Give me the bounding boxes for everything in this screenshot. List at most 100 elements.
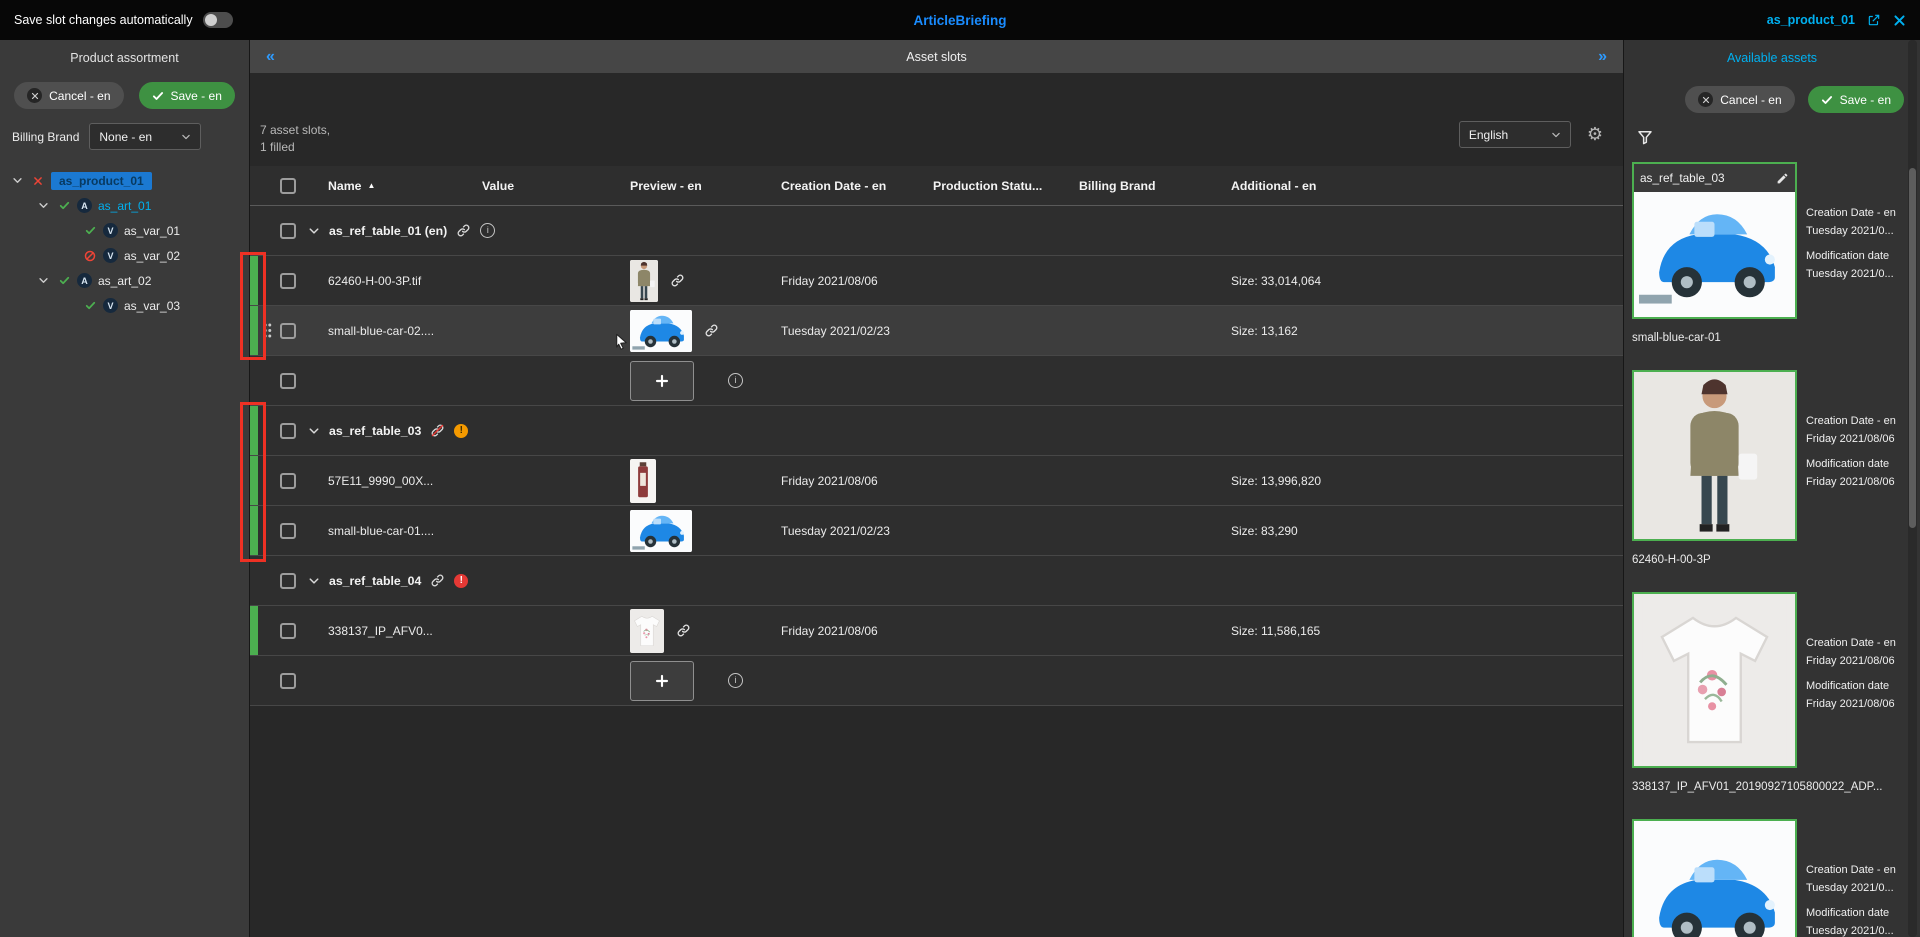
warning-icon[interactable]: ! [454,424,468,438]
settings-gear-icon[interactable]: ⚙ [1587,124,1603,145]
filter-icon[interactable] [1636,128,1654,146]
add-asset-button[interactable] [630,361,694,401]
product-link[interactable]: as_product_01 [1767,13,1855,27]
asset-card-frame[interactable] [1632,370,1797,541]
info-icon[interactable]: i [728,373,743,388]
asset-card[interactable]: Creation Date - enTuesday 2021/0...Modif… [1632,819,1906,937]
column-header-name[interactable]: Name [328,179,362,193]
row-checkbox[interactable] [280,273,296,289]
scrollbar-thumb[interactable] [1909,168,1916,528]
preview-thumbnail[interactable] [630,310,692,352]
column-header-production-status[interactable]: Production Statu... [933,179,1079,193]
asset-card[interactable]: Creation Date - enFriday 2021/08/06Modif… [1632,370,1906,566]
add-asset-button[interactable] [630,661,694,701]
cancel-button-label: Cancel - en [1720,93,1781,107]
scrollbar[interactable] [1908,40,1917,937]
column-header-preview[interactable]: Preview - en [630,179,781,193]
preview-thumbnail[interactable] [630,510,692,552]
chevron-down-icon[interactable] [38,275,51,286]
autosave-toggle[interactable] [203,12,233,28]
asset-card[interactable]: as_ref_table_03Creation Date - enTuesday… [1632,162,1906,344]
tree-item-label: as_var_01 [124,224,180,238]
chevron-down-icon[interactable] [12,175,25,186]
asset-row-62460-H-00-3P.tif[interactable]: 62460-H-00-3P.tifFriday 2021/08/06Size: … [250,256,1623,306]
row-checkbox[interactable] [280,523,296,539]
preview-thumbnail[interactable] [630,459,656,503]
save-button-label: Save - en [171,89,222,103]
row-checkbox[interactable] [280,473,296,489]
asset-card-frame[interactable]: as_ref_table_03 [1632,162,1797,319]
link-icon [430,573,445,588]
autosave-label: Save slot changes automatically [14,13,193,27]
column-header-value[interactable]: Value [482,179,630,193]
collapse-group-icon[interactable] [308,575,320,587]
row-checkbox[interactable] [280,323,296,339]
asset-card[interactable]: Creation Date - enFriday 2021/08/06Modif… [1632,592,1906,793]
collapse-left-button[interactable]: « [266,48,275,66]
additional-info: Size: 13,996,820 [1231,474,1623,488]
asset-card-image[interactable] [1634,192,1795,317]
asset-card-image[interactable] [1634,372,1795,539]
meta-line: Creation Date - en [1806,861,1896,879]
collapse-right-button[interactable]: » [1598,48,1607,66]
info-icon[interactable]: i [480,223,495,238]
close-icon[interactable] [1893,14,1906,27]
slot-summary: 7 asset slots, 1 filled [260,122,330,156]
asset-card-frame[interactable] [1632,592,1797,768]
cancel-button-label: Cancel - en [49,89,110,103]
empty-slot-row[interactable]: i [250,356,1623,406]
check-icon [1821,94,1833,106]
asset-card-image[interactable] [1634,821,1795,937]
asset-name: 57E11_9990_00X... [308,474,482,488]
collapse-group-icon[interactable] [308,225,320,237]
info-icon[interactable]: i [728,673,743,688]
row-checkbox[interactable] [280,623,296,639]
asset-row-small-blue-car-02....[interactable]: small-blue-car-02....Tuesday 2021/02/23S… [250,306,1623,356]
select-all-checkbox[interactable] [280,178,296,194]
column-header-creation-date[interactable]: Creation Date - en [781,179,933,193]
save-button[interactable]: Save - en [1808,86,1904,113]
preview-thumbnail[interactable] [630,609,664,653]
row-checkbox[interactable] [280,223,296,239]
group-row-as_ref_table_04[interactable]: as_ref_table_04! [250,556,1623,606]
edit-icon[interactable] [1776,172,1789,185]
billing-brand-select[interactable]: None - en [89,123,201,150]
tree-item-as_art_01[interactable]: Aas_art_01 [0,193,249,218]
row-checkbox[interactable] [280,573,296,589]
group-row-as_ref_table_01 (en)[interactable]: as_ref_table_01 (en)i [250,206,1623,256]
language-select[interactable]: English [1459,121,1571,148]
cancel-button[interactable]: Cancel - en [14,82,123,109]
tree-item-as_var_02[interactable]: Vas_var_02 [0,243,249,268]
column-header-additional[interactable]: Additional - en [1231,179,1623,193]
tree-item-as_product_01[interactable]: as_product_01 [0,168,249,193]
asset-row-338137_IP_AFV0...[interactable]: 338137_IP_AFV0...Friday 2021/08/06Size: … [250,606,1623,656]
error-icon[interactable]: ! [454,574,468,588]
row-checkbox[interactable] [280,373,296,389]
asset-name: small-blue-car-02.... [308,324,482,338]
valid-check-icon [57,275,71,286]
cancel-button[interactable]: Cancel - en [1685,86,1794,113]
asset-card-image[interactable] [1634,594,1795,766]
row-checkbox[interactable] [280,673,296,689]
save-button[interactable]: Save - en [139,82,235,109]
asset-card-frame[interactable] [1632,819,1797,937]
asset-slots-panel: « Asset slots » 7 asset slots, 1 filled … [250,40,1623,937]
asset-card-meta: Creation Date - enTuesday 2021/0...Modif… [1806,162,1896,319]
meta-line: Creation Date - en [1806,204,1896,222]
preview-thumbnail[interactable] [630,260,658,302]
asset-row-small-blue-car-01....[interactable]: small-blue-car-01....Tuesday 2021/02/23S… [250,506,1623,556]
drag-handle-icon[interactable] [262,322,273,339]
meta-line: Modification date [1806,677,1896,695]
column-header-billing-brand[interactable]: Billing Brand [1079,179,1231,193]
tree-item-as_var_01[interactable]: Vas_var_01 [0,218,249,243]
group-row-as_ref_table_03[interactable]: as_ref_table_03! [250,406,1623,456]
link-icon [704,323,719,338]
tree-item-as_var_03[interactable]: Vas_var_03 [0,293,249,318]
tree-item-as_art_02[interactable]: Aas_art_02 [0,268,249,293]
export-icon[interactable] [1867,13,1881,27]
empty-slot-row[interactable]: i [250,656,1623,706]
collapse-group-icon[interactable] [308,425,320,437]
row-checkbox[interactable] [280,423,296,439]
chevron-down-icon[interactable] [38,200,51,211]
asset-row-57E11_9990_00X...[interactable]: 57E11_9990_00X...Friday 2021/08/06Size: … [250,456,1623,506]
